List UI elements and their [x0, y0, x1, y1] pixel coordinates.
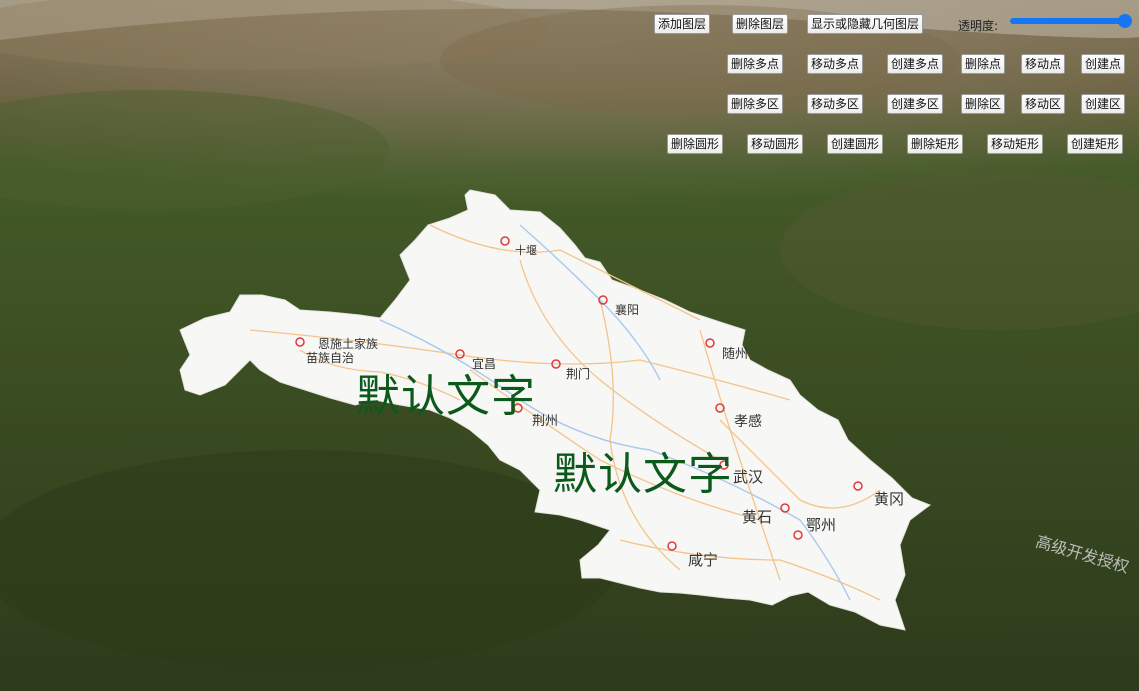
city-label-huangshi: 黄石 [742, 508, 772, 526]
city-label-xiaogan: 孝感 [734, 413, 762, 430]
opacity-slider-track [1010, 18, 1125, 24]
city-label-wuhan: 武汉 [733, 468, 763, 486]
city-label-jingmen: 荆门 [566, 366, 590, 381]
city-label-enshi: 恩施土家族 [318, 336, 378, 351]
city-label-enshi-2: 苗族自治 [306, 351, 354, 365]
opacity-slider-thumb[interactable] [1118, 14, 1132, 28]
city-label-huanggang: 黄冈 [874, 490, 904, 508]
delete-circle-button[interactable]: 删除圆形 [667, 134, 724, 154]
city-label-shiyan: 十堰 [515, 243, 537, 257]
move-point-button[interactable]: 移动点 [1021, 54, 1066, 74]
delete-point-button[interactable]: 删除点 [961, 54, 1006, 74]
move-multipoint-button[interactable]: 移动多点 [807, 54, 864, 74]
city-label-ezhou: 鄂州 [806, 516, 836, 534]
text-label-1[interactable]: 默认文字 [356, 360, 536, 424]
city-label-xianning: 咸宁 [688, 551, 718, 569]
delete-layer-button[interactable]: 删除图层 [732, 14, 789, 34]
opacity-slider[interactable] [1010, 14, 1132, 28]
create-multipolygon-button[interactable]: 创建多区 [887, 94, 944, 114]
city-label-suizhou: 随州 [722, 347, 748, 362]
toggle-geometry-layer-button[interactable]: 显示或隐藏几何图层 [807, 14, 924, 34]
move-rect-button[interactable]: 移动矩形 [987, 134, 1044, 154]
create-rect-button[interactable]: 创建矩形 [1067, 134, 1124, 154]
delete-rect-button[interactable]: 删除矩形 [907, 134, 964, 154]
create-polygon-button[interactable]: 创建区 [1081, 94, 1126, 114]
text-label-2[interactable]: 默认文字 [553, 438, 733, 502]
add-layer-button[interactable]: 添加图层 [654, 14, 711, 34]
create-multipoint-button[interactable]: 创建多点 [887, 54, 944, 74]
delete-multipoint-button[interactable]: 删除多点 [727, 54, 784, 74]
city-label-xiangyang: 襄阳 [615, 302, 639, 317]
create-circle-button[interactable]: 创建圆形 [827, 134, 884, 154]
create-point-button[interactable]: 创建点 [1081, 54, 1126, 74]
move-polygon-button[interactable]: 移动区 [1021, 94, 1066, 114]
move-circle-button[interactable]: 移动圆形 [747, 134, 804, 154]
move-multipolygon-button[interactable]: 移动多区 [807, 94, 864, 114]
terrain-patch [0, 450, 620, 670]
delete-polygon-button[interactable]: 删除区 [961, 94, 1006, 114]
opacity-label: 透明度: [958, 19, 999, 33]
delete-multipolygon-button[interactable]: 删除多区 [727, 94, 784, 114]
